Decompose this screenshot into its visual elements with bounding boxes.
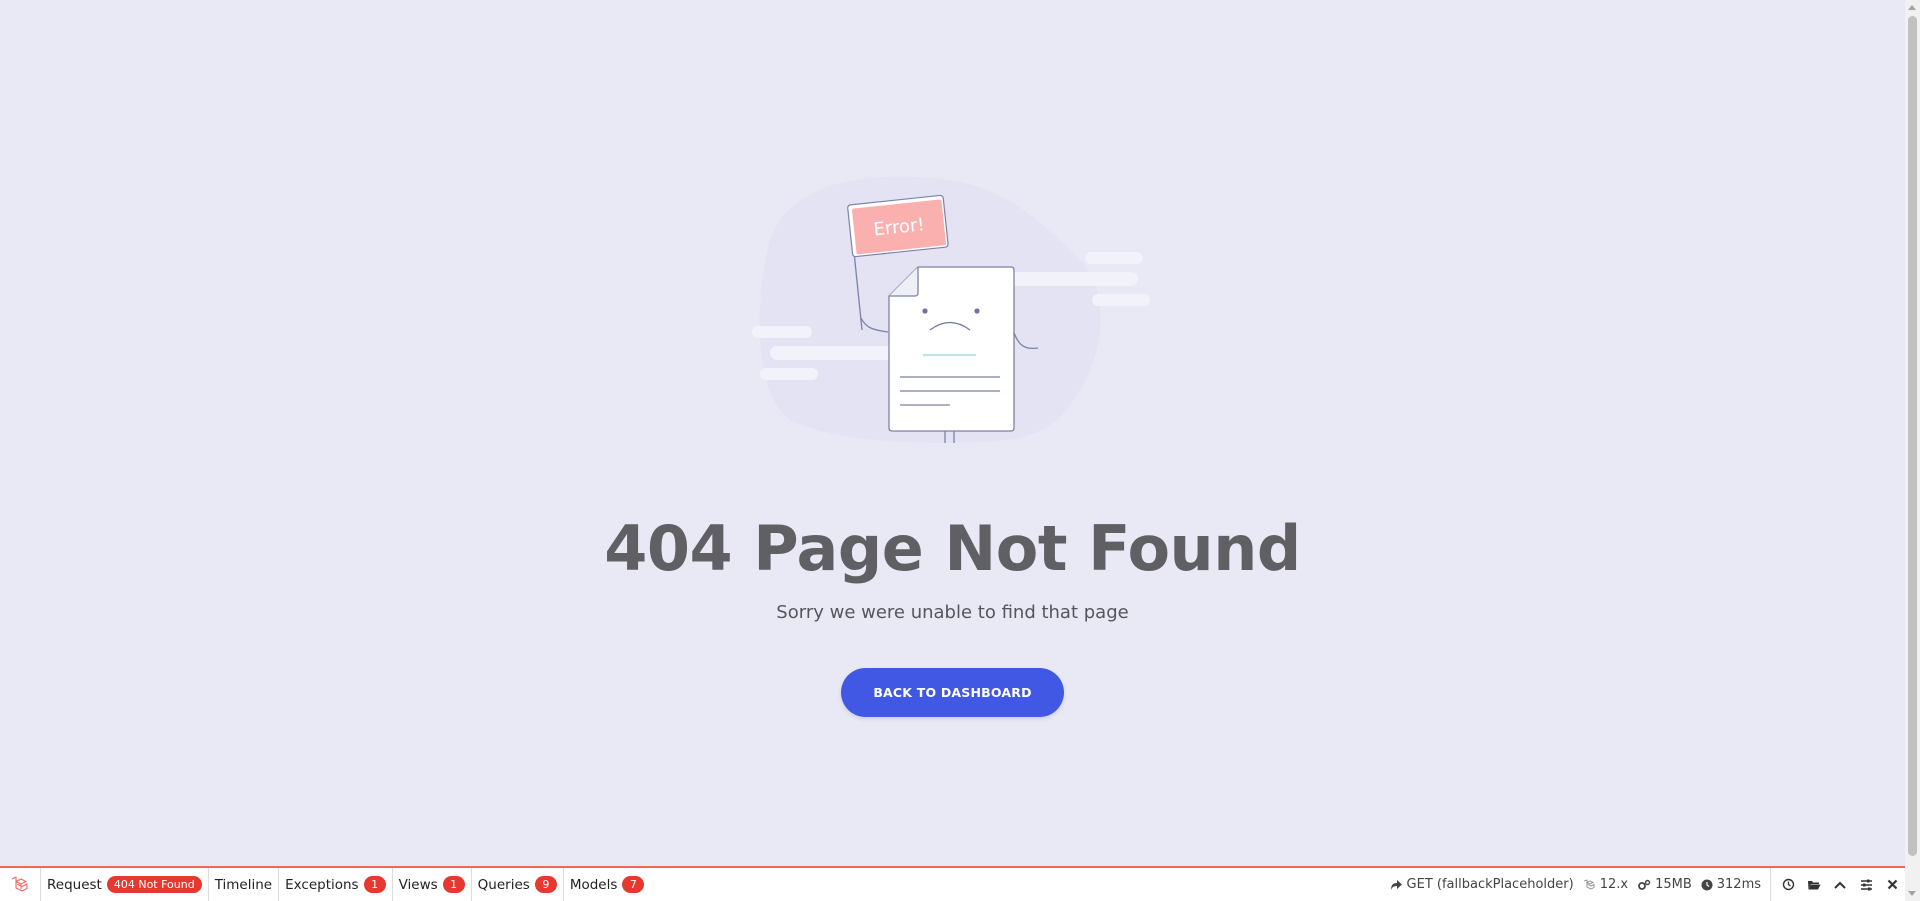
tab-queries[interactable]: Queries 9 <box>472 868 564 901</box>
route-info[interactable]: GET (fallbackPlaceholder) <box>1390 877 1574 892</box>
tab-models-label: Models <box>569 876 618 893</box>
clock-icon <box>1701 879 1713 890</box>
page-viewport: Error! 404 Page Not Found Sorry we were … <box>0 0 1905 866</box>
chevron-up-icon[interactable] <box>1827 868 1853 901</box>
tab-exceptions-label: Exceptions <box>285 876 359 893</box>
memory-usage: 15MB <box>1637 877 1692 892</box>
tab-views-label: Views <box>398 876 438 893</box>
history-icon[interactable] <box>1775 868 1801 901</box>
exceptions-count-badge: 1 <box>363 876 386 893</box>
folder-open-icon[interactable] <box>1801 868 1827 901</box>
cogs-icon <box>1638 879 1651 890</box>
laravel-logo-icon[interactable] <box>0 868 41 901</box>
tab-queries-label: Queries <box>477 876 530 893</box>
request-duration: 312ms <box>1701 877 1761 892</box>
debug-bar: Request 404 Not Found Timeline Exception… <box>0 866 1905 901</box>
version-text: 12.x <box>1599 877 1629 892</box>
laravel-icon <box>1583 878 1595 890</box>
status-badge: 404 Not Found <box>106 876 202 893</box>
close-icon[interactable] <box>1879 868 1905 901</box>
share-arrow-icon <box>1390 879 1402 890</box>
views-count-badge: 1 <box>442 876 465 893</box>
tab-timeline[interactable]: Timeline <box>209 868 280 901</box>
queries-count-badge: 9 <box>534 876 557 893</box>
divider <box>1770 868 1771 901</box>
error-document-illustration: Error! <box>752 176 1150 443</box>
tab-request-label: Request <box>47 876 102 893</box>
duration-text: 312ms <box>1716 877 1761 892</box>
tab-timeline-label: Timeline <box>214 876 273 893</box>
laravel-version: 12.x <box>1583 877 1628 892</box>
scroll-up-arrow-icon[interactable] <box>1908 5 1916 10</box>
models-count-badge: 7 <box>622 876 645 893</box>
error-flag: Error! <box>847 194 949 258</box>
scroll-down-arrow-icon[interactable] <box>1908 891 1916 896</box>
tab-models[interactable]: Models 7 <box>564 868 651 901</box>
settings-icon[interactable] <box>1853 868 1879 901</box>
back-to-dashboard-button[interactable]: BACK TO DASHBOARD <box>841 668 1064 717</box>
scrollbar-thumb[interactable] <box>1908 16 1917 856</box>
tab-views[interactable]: Views 1 <box>393 868 472 901</box>
tab-request[interactable]: Request 404 Not Found <box>41 868 209 901</box>
debug-bar-meta: GET (fallbackPlaceholder) 12.x 15MB 312m… <box>1390 868 1905 901</box>
memory-text: 15MB <box>1655 877 1692 892</box>
vertical-scrollbar[interactable] <box>1905 0 1920 901</box>
route-text: GET (fallbackPlaceholder) <box>1406 877 1574 892</box>
tab-exceptions[interactable]: Exceptions 1 <box>279 868 393 901</box>
page-title: 404 Page Not Found <box>604 512 1301 585</box>
page-subtitle: Sorry we were unable to find that page <box>776 602 1129 623</box>
